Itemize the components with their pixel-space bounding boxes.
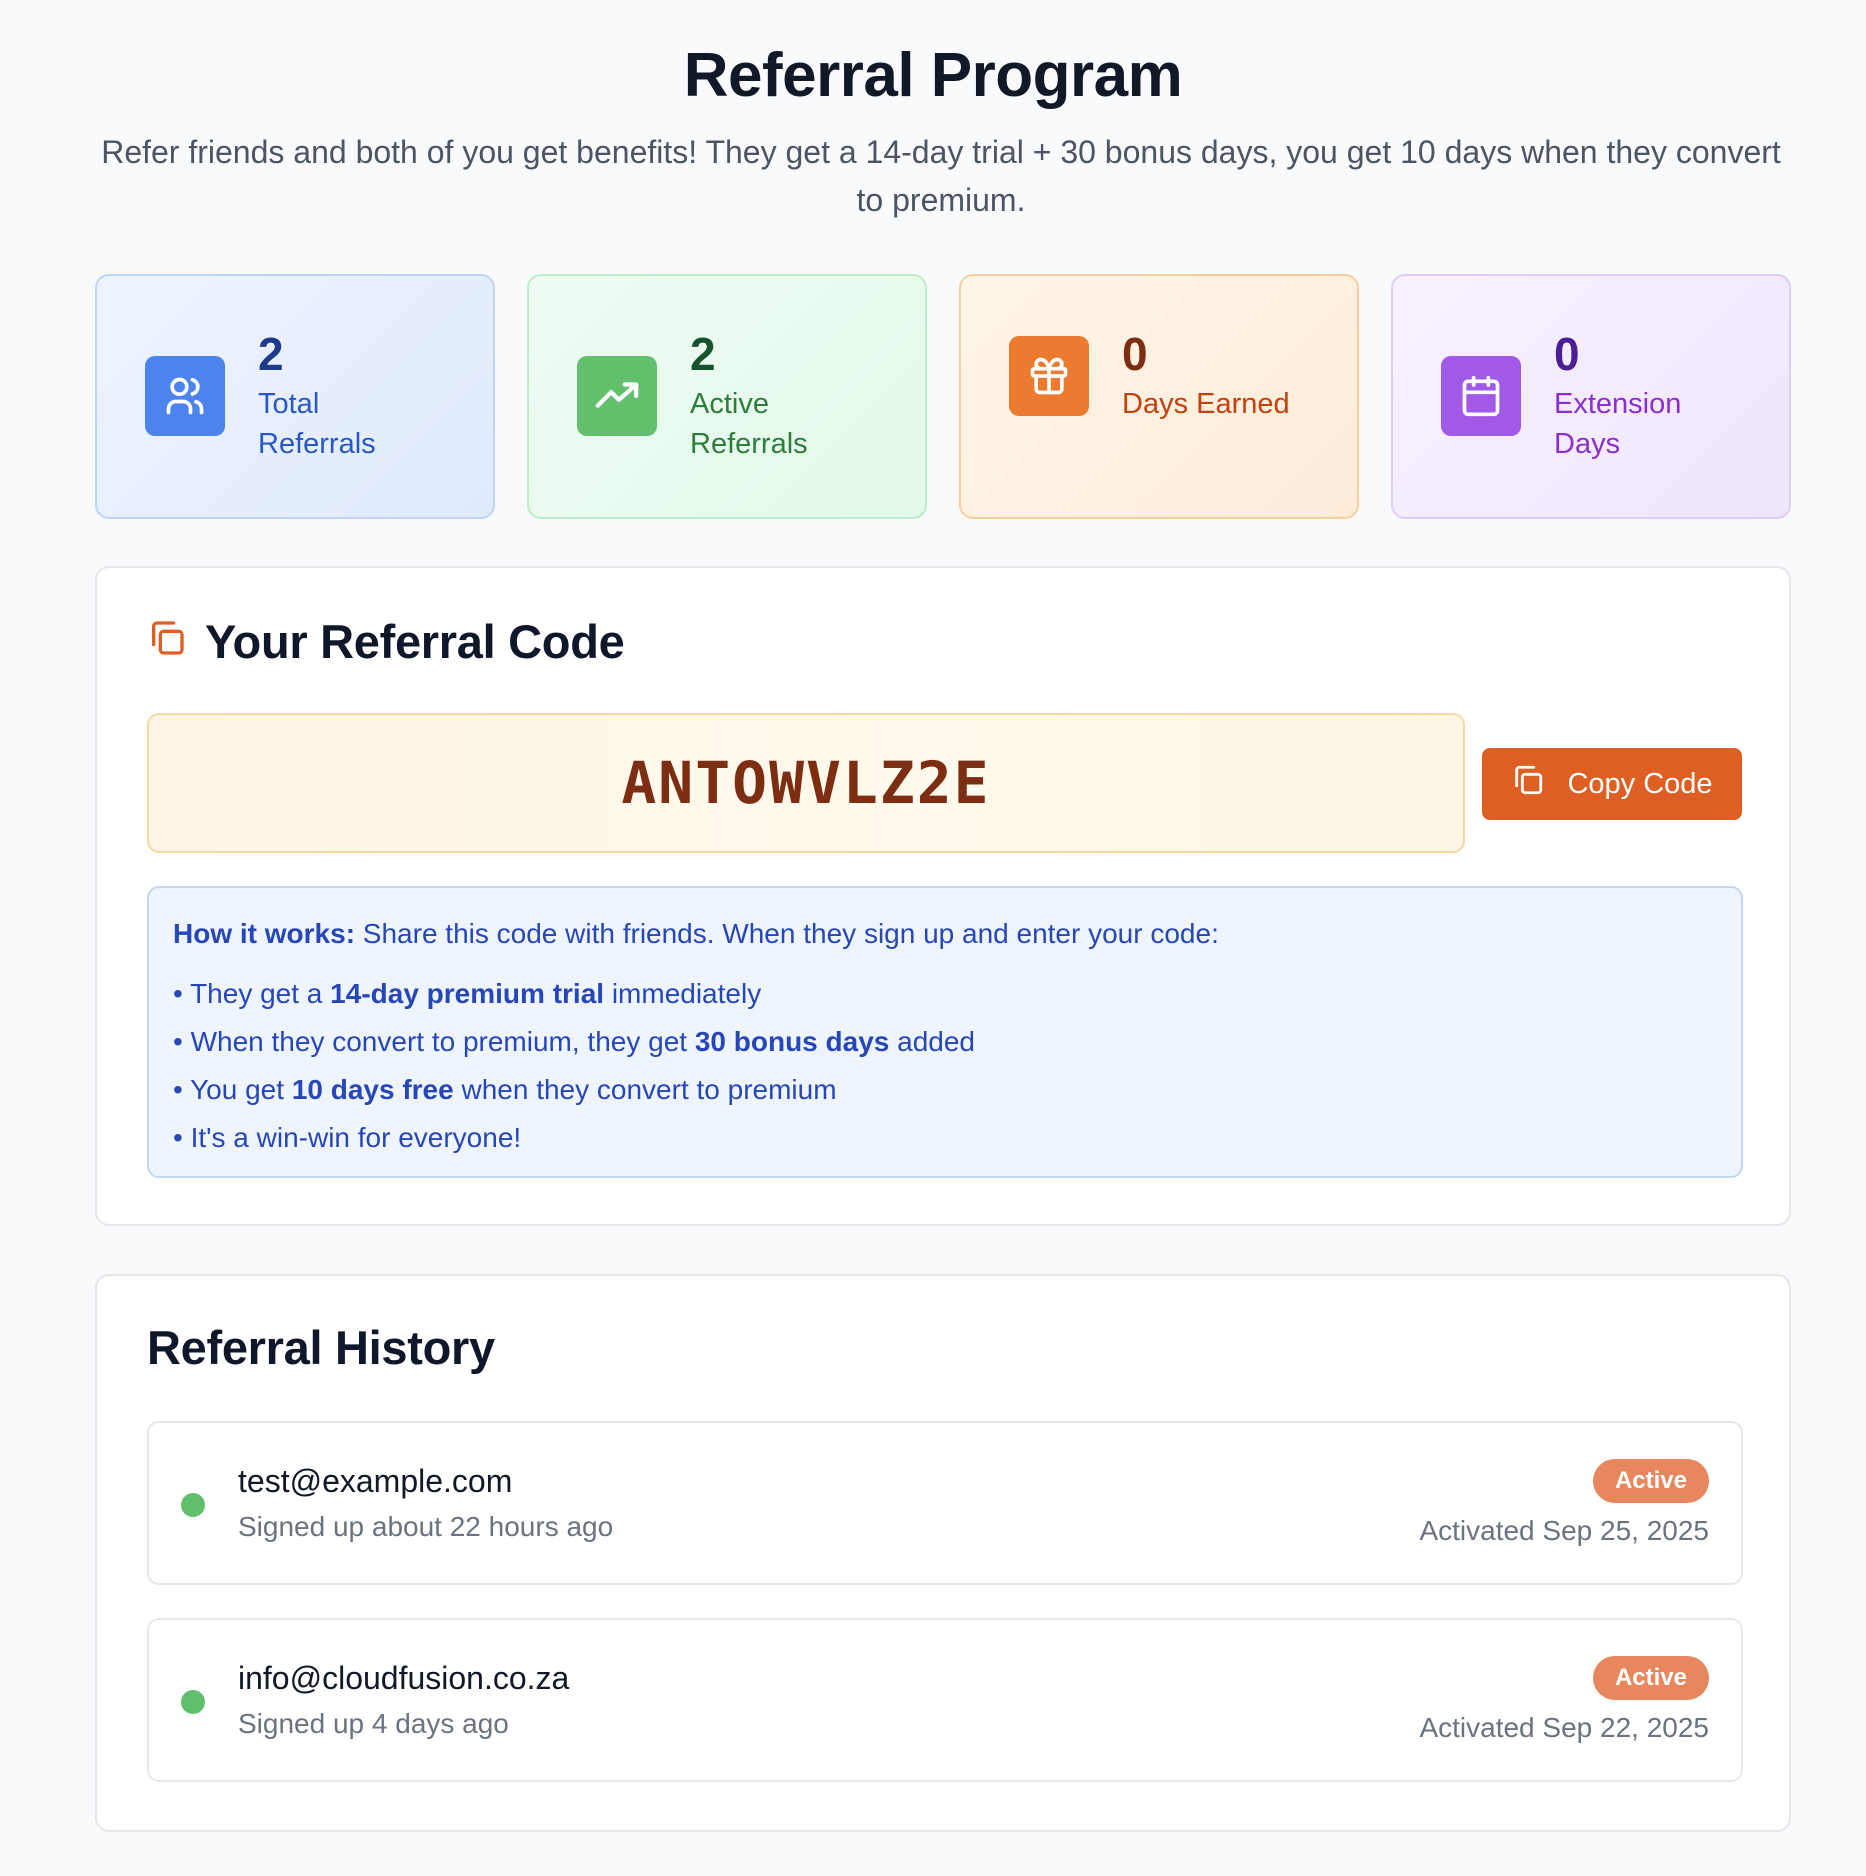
how-it-works-list: They get a 14-day premium trial immediat…	[173, 970, 1717, 1162]
referral-email: info@cloudfusion.co.za	[238, 1660, 570, 1696]
referral-signed-up: Signed up about 22 hours ago	[238, 1511, 614, 1542]
referral-code-title: Your Referral Code	[205, 615, 625, 668]
stat-card-days-earned: 0 Days Earned	[959, 274, 1359, 519]
list-item: It's a win-win for everyone!	[173, 1114, 1717, 1162]
stat-value: 2	[258, 328, 284, 380]
gift-icon	[1009, 336, 1089, 416]
stat-label: Days Earned	[1122, 388, 1290, 420]
copy-icon	[147, 614, 187, 669]
stat-value: 0	[1554, 328, 1580, 380]
stat-label: Total Referrals	[258, 388, 376, 460]
status-dot	[181, 1493, 205, 1517]
referral-row: test@example.com Signed up about 22 hour…	[147, 1421, 1743, 1585]
status-badge: Active	[1592, 1656, 1709, 1700]
stat-label: Extension Days	[1554, 388, 1682, 460]
copy-code-label: Copy Code	[1567, 767, 1713, 800]
stat-card-extension-days: 0 Extension Days	[1391, 274, 1791, 519]
users-icon	[145, 356, 225, 436]
status-badge: Active	[1592, 1459, 1709, 1503]
list-item: They get a 14-day premium trial immediat…	[173, 970, 1717, 1018]
referral-program-page: Referral Program Refer friends and both …	[0, 0, 1866, 1876]
how-it-works-text: Share this code with friends. When they …	[355, 918, 1219, 949]
how-it-works-label: How it works:	[173, 918, 356, 949]
referral-activated-date: Activated Sep 22, 2025	[1419, 1712, 1709, 1743]
page-title: Referral Program	[683, 41, 1183, 110]
referral-code-heading: Your Referral Code	[147, 614, 625, 669]
page-subtitle: Refer friends and both of you get benefi…	[101, 134, 1781, 218]
stat-value: 2	[690, 328, 716, 380]
stat-label: Active Referrals	[690, 388, 808, 460]
referral-email: test@example.com	[238, 1463, 513, 1499]
referral-code-panel: Your Referral Code ANTOWVLZ2E Copy Code …	[95, 566, 1791, 1226]
calendar-icon	[1441, 356, 1521, 436]
referral-history-heading: Referral History	[147, 1321, 495, 1374]
referral-history-panel: Referral History test@example.com Signed…	[95, 1274, 1791, 1832]
list-item: You get 10 days free when they convert t…	[173, 1066, 1717, 1114]
referral-code-value[interactable]: ANTOWVLZ2E	[147, 713, 1465, 853]
list-item: When they convert to premium, they get 3…	[173, 1018, 1717, 1066]
stat-value: 0	[1122, 328, 1148, 380]
trending-up-icon	[577, 356, 657, 436]
copy-icon	[1511, 763, 1545, 805]
how-it-works-box: How it works: Share this code with frien…	[147, 886, 1743, 1178]
stat-card-active-referrals: 2 Active Referrals	[527, 274, 927, 519]
referral-row: info@cloudfusion.co.za Signed up 4 days …	[147, 1618, 1743, 1782]
copy-code-button[interactable]: Copy Code	[1482, 748, 1742, 820]
how-it-works-intro: How it works: Share this code with frien…	[173, 914, 1717, 954]
referral-signed-up: Signed up 4 days ago	[238, 1708, 509, 1739]
referral-activated-date: Activated Sep 25, 2025	[1419, 1515, 1709, 1546]
status-dot	[181, 1690, 205, 1714]
stat-card-total-referrals: 2 Total Referrals	[95, 274, 495, 519]
